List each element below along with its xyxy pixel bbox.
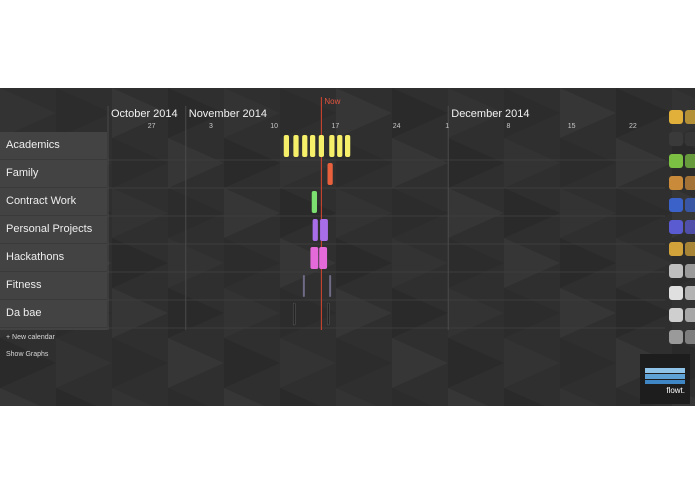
- event-bar[interactable]: [329, 275, 332, 297]
- event-bar[interactable]: [329, 135, 335, 157]
- terminal-icon[interactable]: [669, 132, 683, 146]
- tasks-icon[interactable]: [685, 242, 695, 256]
- month-label: December 2014: [451, 108, 530, 120]
- calendar-name: Hackathons: [6, 251, 65, 263]
- calendar-name: Contract Work: [6, 195, 77, 207]
- month-label: November 2014: [188, 108, 268, 120]
- calendar-app: October 2014 November 2014 December 2014 27…: [0, 88, 695, 406]
- tasks-icon[interactable]: [669, 242, 683, 256]
- folder-icon[interactable]: [685, 176, 695, 190]
- event-bar[interactable]: [318, 135, 324, 157]
- calendar-name: Personal Projects: [6, 223, 93, 235]
- camera-icon[interactable]: [669, 330, 683, 344]
- day-tick-label: 27: [147, 123, 156, 130]
- calculator-icon[interactable]: [685, 264, 695, 278]
- day-tick-label: 3: [209, 123, 213, 130]
- word-icon[interactable]: [685, 220, 695, 234]
- terminal-icon[interactable]: [685, 132, 695, 146]
- event-bar[interactable]: [310, 247, 319, 269]
- event-bar[interactable]: [320, 219, 328, 241]
- event-bar[interactable]: [302, 275, 305, 297]
- event-bar[interactable]: [283, 135, 289, 157]
- calendar-name: Da bae: [6, 307, 42, 319]
- office-icon[interactable]: [669, 198, 683, 212]
- calendar-row[interactable]: Contract Work: [0, 188, 107, 216]
- settings-icon[interactable]: [669, 308, 683, 322]
- flowt-logo[interactable]: flowt.: [640, 354, 690, 404]
- spotify-icon[interactable]: [685, 154, 695, 168]
- day-tick-label: 24: [392, 123, 401, 130]
- event-bar[interactable]: [311, 191, 317, 213]
- calendar-name: Academics: [6, 139, 60, 151]
- event-bar[interactable]: [292, 302, 296, 326]
- calendar-row[interactable]: Academics: [0, 132, 107, 160]
- calendar-row[interactable]: Da bae: [0, 300, 107, 328]
- day-tick-label: 8: [506, 123, 511, 130]
- camera-icon[interactable]: [685, 330, 695, 344]
- spotify-icon[interactable]: [669, 154, 683, 168]
- settings-icon[interactable]: [685, 308, 695, 322]
- show-graphs-link[interactable]: Show Graphs: [6, 351, 48, 358]
- day-tick-label: 22: [629, 123, 637, 130]
- day-tick-label: 17: [331, 123, 340, 130]
- event-bar[interactable]: [312, 219, 318, 241]
- folder-icon[interactable]: [669, 176, 683, 190]
- document-icon[interactable]: [669, 286, 683, 300]
- flowt-logo-icon: [645, 368, 685, 384]
- calculator-icon[interactable]: [669, 264, 683, 278]
- event-bar[interactable]: [345, 135, 351, 157]
- brand-name: flowt.: [666, 386, 685, 395]
- day-tick-label: 1: [445, 123, 450, 130]
- new-calendar-link[interactable]: + New calendar: [6, 334, 55, 341]
- event-bar[interactable]: [293, 135, 299, 157]
- event-bar[interactable]: [327, 302, 330, 326]
- calendar-name: Family: [6, 167, 39, 179]
- calendar-list: Academics Family Contract Work Personal Pro…: [0, 132, 107, 330]
- now-label: Now: [324, 97, 341, 106]
- event-bar[interactable]: [310, 135, 316, 157]
- event-bar[interactable]: [337, 135, 343, 157]
- chrome-icon[interactable]: [685, 110, 695, 124]
- calendar-row[interactable]: Family: [0, 160, 107, 188]
- event-bar[interactable]: [319, 247, 328, 269]
- word-icon[interactable]: [669, 220, 683, 234]
- calendar-row[interactable]: Hackathons: [0, 244, 107, 272]
- day-tick-label: 15: [567, 123, 576, 130]
- event-bar[interactable]: [327, 163, 333, 185]
- chrome-icon[interactable]: [669, 110, 683, 124]
- calendar-row[interactable]: Personal Projects: [0, 216, 107, 244]
- day-tick-label: 10: [270, 123, 279, 130]
- month-label: October 2014: [111, 108, 178, 120]
- document-icon[interactable]: [685, 286, 695, 300]
- app-dock: [666, 110, 695, 350]
- event-bar[interactable]: [302, 135, 308, 157]
- calendar-name: Fitness: [6, 279, 42, 291]
- calendar-row[interactable]: Fitness: [0, 272, 107, 300]
- office-icon[interactable]: [685, 198, 695, 212]
